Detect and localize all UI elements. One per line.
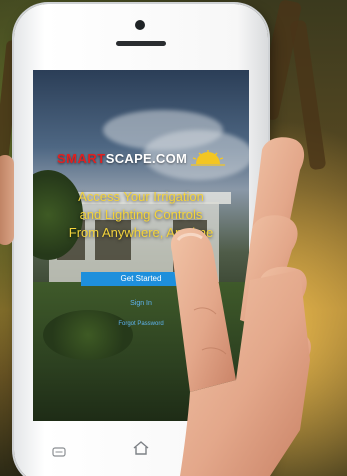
photo-scene: SMARTSCAPE.COM Access Your Irrigation an… bbox=[0, 0, 347, 476]
home-icon[interactable] bbox=[132, 440, 150, 461]
hand bbox=[150, 130, 347, 476]
menu-icon[interactable] bbox=[52, 444, 66, 462]
front-camera bbox=[135, 20, 145, 30]
left-hand-finger bbox=[0, 155, 14, 245]
tree bbox=[43, 310, 133, 360]
earpiece-speaker bbox=[116, 41, 166, 46]
